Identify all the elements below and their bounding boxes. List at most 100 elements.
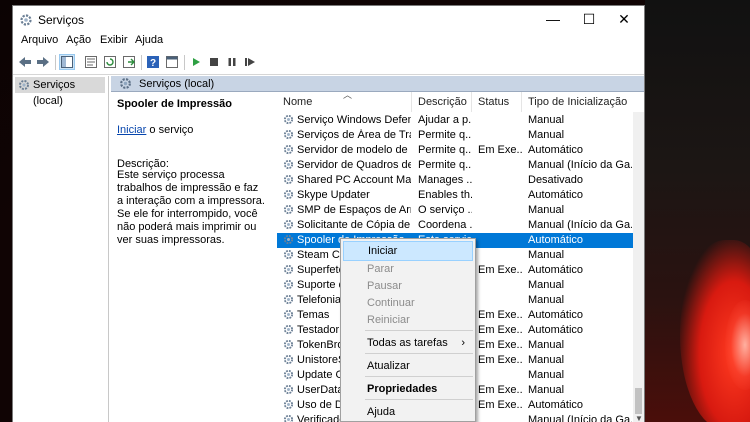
cell-description: Manages ... xyxy=(418,174,472,186)
services-app-icon xyxy=(20,14,32,26)
menu-exibir[interactable]: Exibir xyxy=(100,34,128,46)
column-header-name[interactable]: Nome xyxy=(277,92,412,112)
cell-name: Skype Updater xyxy=(297,189,370,201)
main-area: Serviços (local) Serviços (local) Spoole… xyxy=(13,76,644,422)
gear-icon xyxy=(283,279,294,293)
table-row[interactable]: Serviços de Área de Trabalh... Permite q.… xyxy=(277,128,633,143)
cell-startup: Automático xyxy=(528,309,584,321)
cell-status: Em Exe... xyxy=(478,324,522,336)
gear-icon xyxy=(283,249,294,263)
column-header-startup-type[interactable]: Tipo de Inicialização xyxy=(522,92,633,112)
gear-icon xyxy=(283,354,294,368)
cell-status: Em Exe... xyxy=(478,339,522,351)
cell-startup: Manual (Início da Ga... xyxy=(528,159,632,171)
restart-service-icon[interactable] xyxy=(242,54,258,70)
gear-icon xyxy=(283,309,294,323)
cell-startup: Manual xyxy=(528,384,565,396)
start-service-link[interactable]: Iniciar xyxy=(117,124,146,136)
toolbar-separator xyxy=(184,55,185,70)
ctx-separator xyxy=(365,353,473,354)
table-row[interactable]: Servidor de modelo de Dad... Permite q...… xyxy=(277,143,633,158)
table-row[interactable]: Solicitante de Cópia de So... Coordena ..… xyxy=(277,218,633,233)
title-bar[interactable]: Serviços — ☐ ✕ xyxy=(13,6,644,33)
cell-status: Em Exe... xyxy=(478,384,522,396)
close-button[interactable]: ✕ xyxy=(601,6,647,32)
gear-icon xyxy=(19,80,29,90)
cell-description: Permite q... xyxy=(418,159,472,171)
cell-status: Em Exe... xyxy=(478,354,522,366)
cell-status: Em Exe... xyxy=(478,144,522,156)
forward-arrow-icon[interactable] xyxy=(35,54,51,70)
cell-description: Ajudar a p... xyxy=(418,114,472,126)
gear-icon xyxy=(120,78,131,89)
svg-text:?: ? xyxy=(150,58,156,68)
table-row[interactable]: SMP de Espaços de Armaze... O serviço ...… xyxy=(277,203,633,218)
cell-startup: Desativado xyxy=(528,174,584,186)
ctx-propriedades[interactable]: Propriedades xyxy=(343,379,473,399)
table-row[interactable]: Servidor de Quadros de Câ... Permite q...… xyxy=(277,158,633,173)
console-tree: Serviços (local) xyxy=(13,76,109,422)
scrollbar-thumb[interactable] xyxy=(635,388,642,414)
column-header-description[interactable]: Descrição xyxy=(412,92,472,112)
cell-startup: Manual (Início da Ga... xyxy=(528,414,632,422)
cell-startup: Automático xyxy=(528,234,584,246)
submenu-arrow-icon: › xyxy=(461,337,465,349)
properties-sheet-icon[interactable] xyxy=(83,54,99,70)
table-row[interactable]: Shared PC Account Manager Manages ... Desa… xyxy=(277,173,633,188)
gear-icon xyxy=(283,159,294,173)
gear-icon xyxy=(283,174,294,188)
start-service-icon[interactable] xyxy=(188,54,204,70)
export-list-icon[interactable] xyxy=(121,54,137,70)
cell-startup: Manual xyxy=(528,129,565,141)
gear-icon xyxy=(283,234,294,248)
toolbar-separator xyxy=(141,55,142,70)
column-header-status[interactable]: Status xyxy=(472,92,522,112)
gear-icon xyxy=(283,369,294,383)
stop-service-icon[interactable] xyxy=(206,54,222,70)
cell-startup: Manual xyxy=(528,294,565,306)
help-icon[interactable]: ? xyxy=(145,54,161,70)
menu-acao[interactable]: Ação xyxy=(66,34,91,46)
cell-startup: Manual xyxy=(528,114,565,126)
panel-header: Serviços (local) xyxy=(111,76,644,92)
pause-service-icon[interactable] xyxy=(224,54,240,70)
back-arrow-icon[interactable] xyxy=(17,54,33,70)
ctx-ajuda[interactable]: Ajuda xyxy=(343,402,473,422)
ctx-atualizar[interactable]: Atualizar xyxy=(343,356,473,376)
ctx-reiniciar[interactable]: Reiniciar xyxy=(343,310,473,330)
services-window: Serviços — ☐ ✕ Arquivo Ação Exibir Ajuda xyxy=(12,5,645,422)
start-service-link-suffix: o serviço xyxy=(146,124,194,136)
ctx-iniciar[interactable]: Iniciar xyxy=(343,241,473,261)
cell-startup: Manual xyxy=(528,249,565,261)
refresh-icon[interactable] xyxy=(102,54,118,70)
cell-name: Serviços de Área de Trabalh... xyxy=(297,129,411,141)
cell-startup: Automático xyxy=(528,189,584,201)
cell-name: Serviço Windows Defender ... xyxy=(297,114,411,126)
menu-ajuda[interactable]: Ajuda xyxy=(135,34,163,46)
cell-startup: Automático xyxy=(528,144,584,156)
scroll-down-arrow-icon[interactable]: ▼ xyxy=(635,414,643,422)
cell-startup: Automático xyxy=(528,264,584,276)
cell-startup: Manual xyxy=(528,354,565,366)
menu-arquivo[interactable]: Arquivo xyxy=(21,34,58,46)
panel-header-title: Serviços (local) xyxy=(139,78,215,90)
console-view-icon[interactable] xyxy=(164,54,180,70)
ctx-todas-as-tarefas[interactable]: Todas as tarefas › xyxy=(343,333,473,353)
selected-service-title: Spooler de Impressão xyxy=(117,98,232,110)
cell-description: Permite q... xyxy=(418,129,472,141)
gear-icon xyxy=(283,204,294,218)
cell-startup: Manual xyxy=(528,204,565,216)
toolbar: ? xyxy=(13,50,644,75)
gear-icon xyxy=(283,264,294,278)
cell-startup: Automático xyxy=(528,324,584,336)
tree-item-services-local[interactable]: Serviços (local) xyxy=(15,77,105,107)
cell-startup: Manual xyxy=(528,369,565,381)
table-row[interactable]: Skype Updater Enables th... Automático xyxy=(277,188,633,203)
menu-bar: Arquivo Ação Exibir Ajuda xyxy=(13,33,644,50)
show-hide-tree-icon[interactable] xyxy=(59,54,75,70)
cell-startup: Manual xyxy=(528,279,565,291)
gear-icon xyxy=(283,324,294,338)
vertical-scrollbar[interactable]: ▼ xyxy=(633,112,644,422)
table-row[interactable]: Serviço Windows Defender ... Ajudar a p..… xyxy=(277,113,633,128)
toolbar-separator xyxy=(55,55,56,70)
